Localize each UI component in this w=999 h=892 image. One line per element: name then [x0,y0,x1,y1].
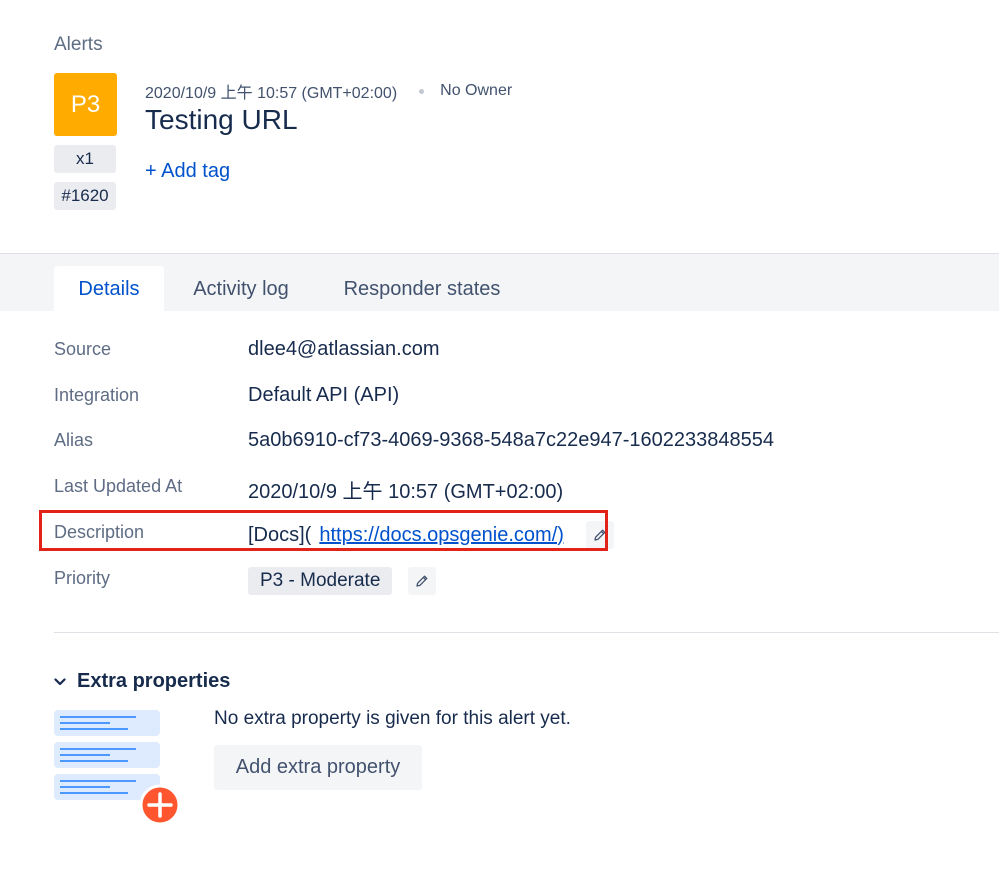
breadcrumb[interactable]: Alerts [54,34,103,56]
extra-properties-toggle[interactable]: Extra properties [54,670,230,693]
alias-value: 5a0b6910-cf73-4069-9368-548a7c22e947-160… [248,429,775,451]
alert-title: Testing URL [145,104,298,135]
edit-priority-button[interactable] [408,567,437,595]
detail-row-integration: Integration Default API (API) [54,381,954,411]
source-value: dlee4@atlassian.com [248,338,440,360]
created-timestamp: 2020/10/9 上午 10:57 (GMT+02:00) [145,85,398,102]
integration-value: Default API (API) [248,384,400,406]
detail-row-priority: Priority P3 - Moderate [54,564,954,595]
alias-label: Alias [54,430,94,450]
alert-id-badge: #1620 [54,182,116,210]
empty-extra-properties-message: No extra property is given for this aler… [214,708,571,729]
owner-label[interactable]: No Owner [440,82,512,100]
alert-meta: 2020/10/9 上午 10:57 (GMT+02:00) No Owner [145,79,512,103]
section-divider [54,632,999,633]
separator-dot [419,88,425,94]
add-extra-property-button[interactable]: Add extra property [214,745,422,790]
last-updated-label: Last Updated At [54,476,183,496]
tab-details[interactable]: Details [54,266,164,312]
chevron-down-icon [54,677,68,686]
priority-label: Priority [54,568,111,588]
alert-count-badge: x1 [54,145,116,173]
detail-row-source: Source dlee4@atlassian.com [54,335,954,365]
detail-row-alias: Alias 5a0b6910-cf73-4069-9368-548a7c22e9… [54,426,954,456]
description-highlight-box [39,510,608,551]
list-add-illustration [54,710,181,826]
priority-value: P3 - Moderate [248,567,437,595]
tab-responder-states[interactable]: Responder states [324,266,520,312]
pencil-icon [416,575,428,587]
priority-badge: P3 [54,73,117,136]
extra-properties-heading: Extra properties [77,670,231,692]
source-label: Source [54,339,112,359]
last-updated-value: 2020/10/9 上午 10:57 (GMT+02:00) [248,481,564,503]
tab-activity-log[interactable]: Activity log [176,266,306,312]
detail-row-last-updated: Last Updated At 2020/10/9 上午 10:57 (GMT+… [54,472,954,503]
priority-lozenge: P3 - Moderate [248,567,393,595]
add-tag-button[interactable]: + Add tag [145,160,230,183]
tab-bar: Details Activity log Responder states [0,253,999,312]
integration-label: Integration [54,385,140,405]
